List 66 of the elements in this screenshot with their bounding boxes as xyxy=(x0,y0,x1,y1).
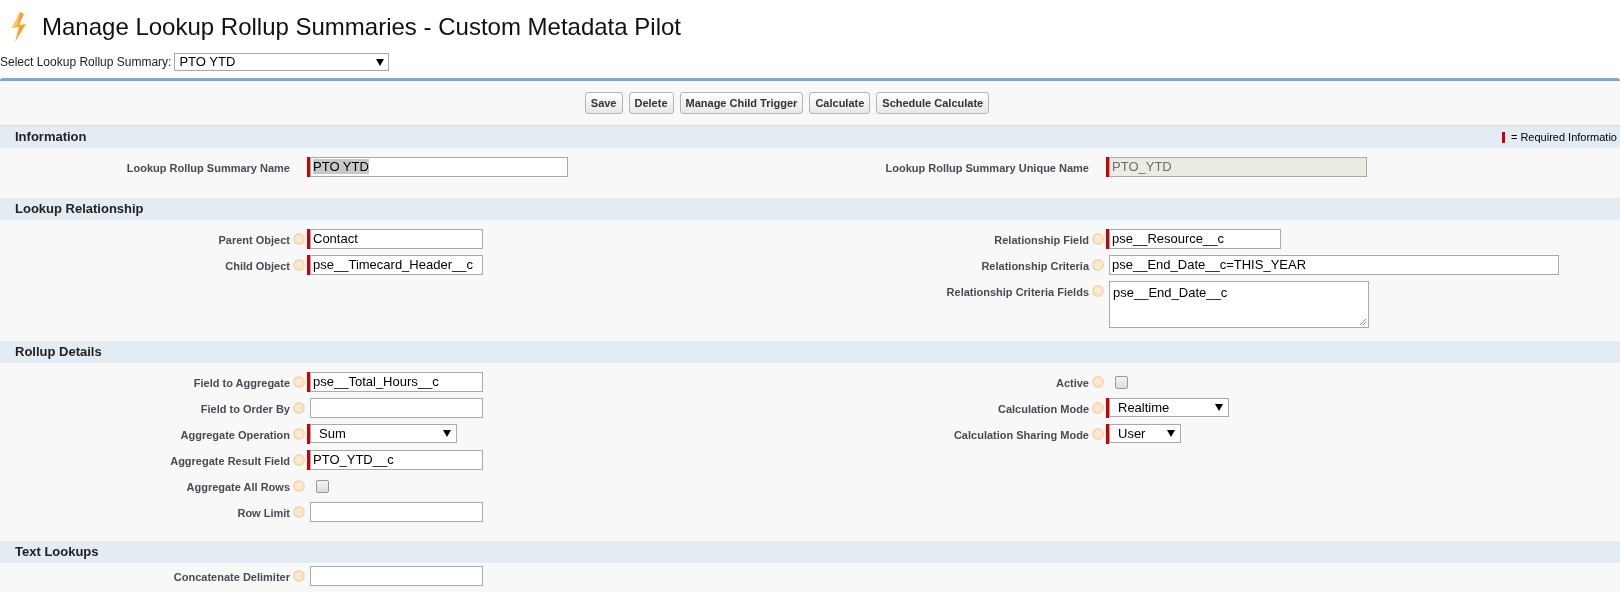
text-field[interactable]: pse__Timecard_Header__c xyxy=(310,255,483,275)
help-icon[interactable] xyxy=(293,480,305,492)
field-label: Child Object xyxy=(224,259,291,274)
help-icon[interactable] xyxy=(293,402,305,414)
field-label: Relationship Criteria xyxy=(980,259,1091,274)
text-field[interactable]: PTO YTD xyxy=(310,157,568,177)
checkbox[interactable] xyxy=(316,480,329,493)
toolbar-button[interactable]: Manage Child Trigger xyxy=(679,92,804,114)
help-icon[interactable] xyxy=(1092,376,1104,388)
text-field[interactable]: Contact xyxy=(310,229,483,249)
field-label: Calculation Mode xyxy=(996,402,1090,417)
lookup-rollup-select[interactable]: PTO YTD xyxy=(174,53,390,71)
text-field[interactable]: pse__End_Date__c=THIS_YEAR xyxy=(1109,255,1559,275)
field-label: Lookup Rollup Summary Name xyxy=(125,161,291,176)
section-title: Lookup Relationship xyxy=(15,200,144,219)
help-icon[interactable] xyxy=(1092,259,1104,271)
help-icon[interactable] xyxy=(293,506,305,518)
dropdown[interactable]: User xyxy=(1109,424,1181,443)
help-icon[interactable] xyxy=(293,259,305,271)
toolbar-button[interactable]: Save xyxy=(584,92,623,114)
text-area[interactable]: pse__End_Date__c xyxy=(1109,281,1369,328)
field-label: Active xyxy=(1054,376,1090,391)
text-field[interactable]: pse__Resource__c xyxy=(1109,229,1281,249)
picker-label: Select Lookup Rollup Summary: xyxy=(0,54,172,71)
field-label: Row Limit xyxy=(236,506,291,521)
section-title: Rollup Details xyxy=(15,343,102,362)
help-icon[interactable] xyxy=(293,376,305,388)
toolbar-button[interactable]: Calculate xyxy=(809,92,871,114)
text-field[interactable] xyxy=(310,566,483,586)
help-icon[interactable] xyxy=(293,570,305,582)
resize-handle-icon[interactable] xyxy=(1359,318,1367,326)
caret-icon xyxy=(1215,404,1223,411)
text-field[interactable]: pse__Total_Hours__c xyxy=(310,372,483,392)
page-title: Manage Lookup Rollup Summaries - Custom Metadata Pilot xyxy=(42,15,681,39)
text-field[interactable] xyxy=(310,398,483,418)
field-label: Field to Order By xyxy=(199,402,291,417)
help-icon[interactable] xyxy=(1092,402,1104,414)
field-label: Concatenate Delimiter xyxy=(172,570,291,585)
text-field[interactable] xyxy=(310,502,483,522)
caret-icon xyxy=(443,430,451,437)
field-label: Aggregate Result Field xyxy=(169,454,291,469)
field-label: Relationship Criteria Fields xyxy=(945,285,1090,300)
help-icon[interactable] xyxy=(1092,233,1104,245)
field-label: Parent Object xyxy=(217,233,291,248)
caret-icon xyxy=(376,58,385,66)
caret-icon xyxy=(1167,430,1175,437)
field-label: Aggregate Operation xyxy=(179,428,291,443)
dropdown[interactable]: Sum xyxy=(310,424,457,443)
help-icon[interactable] xyxy=(1092,285,1104,297)
checkbox[interactable] xyxy=(1115,376,1128,389)
toolbar-button[interactable]: Delete xyxy=(628,92,674,114)
text-field[interactable]: PTO_YTD__c xyxy=(310,450,483,470)
field-label: Field to Aggregate xyxy=(192,376,291,391)
section-title: Information xyxy=(15,128,87,147)
help-icon[interactable] xyxy=(293,454,305,466)
field-label: Relationship Field xyxy=(993,233,1090,248)
help-icon[interactable] xyxy=(1092,428,1104,440)
field-label: Calculation Sharing Mode xyxy=(952,428,1090,443)
required-legend: = Required Informatio xyxy=(1510,128,1617,146)
section-title: Text Lookups xyxy=(15,543,99,562)
field-label: Lookup Rollup Summary Unique Name xyxy=(884,161,1090,176)
dropdown[interactable]: Realtime xyxy=(1109,398,1229,417)
field-label: Aggregate All Rows xyxy=(185,480,291,495)
help-icon[interactable] xyxy=(293,233,305,245)
help-icon[interactable] xyxy=(293,428,305,440)
toolbar-button[interactable]: Schedule Calculate xyxy=(876,92,990,114)
